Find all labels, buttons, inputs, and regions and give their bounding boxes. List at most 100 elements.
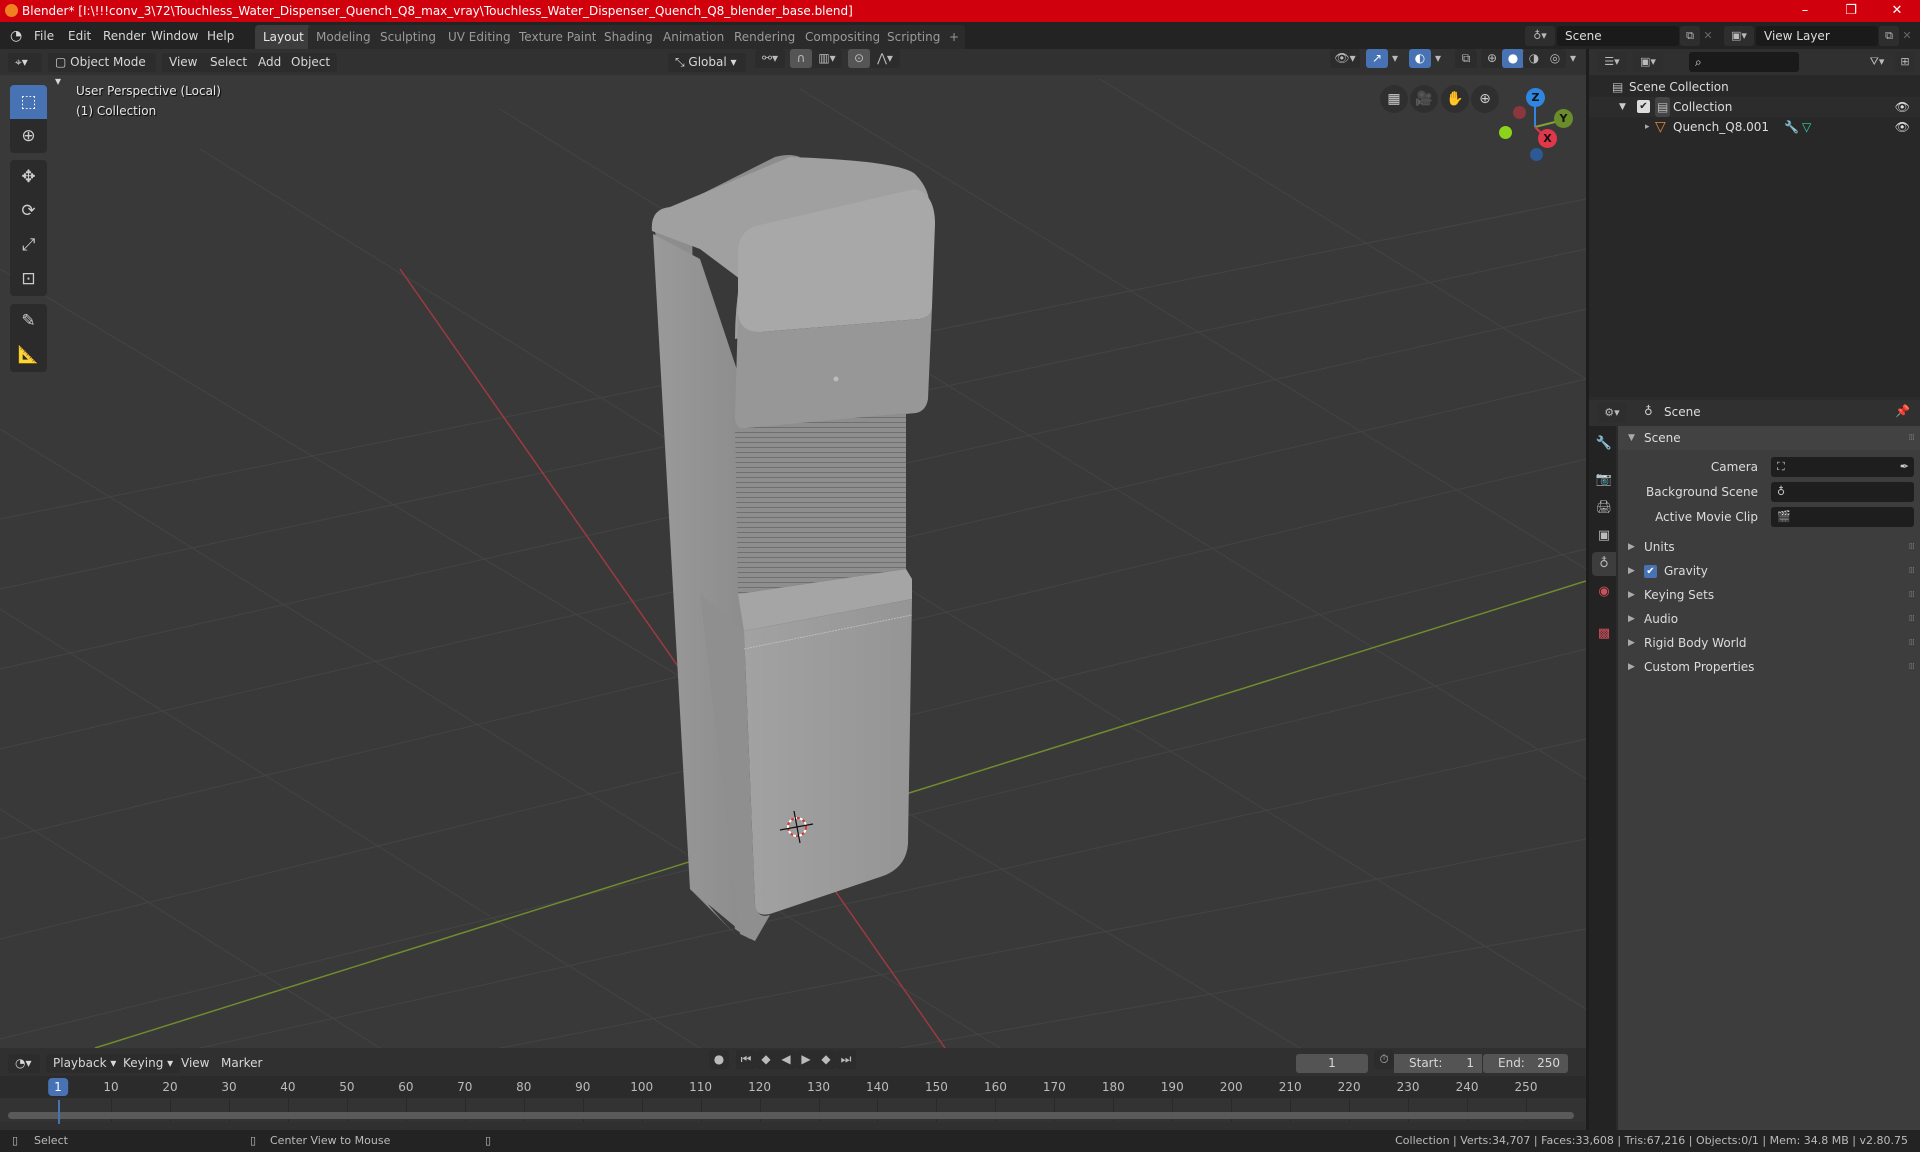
drag-handle-icon[interactable]: ⁞⁞⁞ (1908, 559, 1915, 583)
chevron-down-icon[interactable]: ▾ (1388, 49, 1402, 68)
mode-dropdown[interactable]: ▢ Object Mode ▾ (48, 53, 156, 88)
shading-wireframe-icon[interactable]: ⊕ (1481, 49, 1503, 68)
chevron-down-icon[interactable]: ▾ (1565, 49, 1581, 68)
menu-file[interactable]: File (34, 27, 54, 45)
play-icon[interactable]: ▶ (796, 1050, 816, 1069)
output-tab-icon[interactable]: 🖨 (1592, 496, 1616, 520)
mesh-data-icon[interactable]: ▽ (1802, 117, 1811, 137)
drag-handle-icon[interactable]: ⁞⁞⁞ (1908, 607, 1915, 631)
xray-icon[interactable]: ⧉ (1455, 49, 1477, 68)
delete-view-layer-icon[interactable]: ✕ (1899, 26, 1915, 46)
gizmo-x-axis[interactable]: X (1538, 129, 1557, 148)
tab-rendering[interactable]: Rendering (726, 25, 804, 49)
drag-handle-icon[interactable]: ⁞⁞⁞ (1908, 583, 1915, 607)
drag-handle-icon[interactable]: ⁞⁞⁞ (1908, 655, 1915, 679)
playhead-line[interactable] (58, 1100, 60, 1124)
measure-tool[interactable]: 📐 (10, 338, 47, 372)
modifier-wrench-icon[interactable]: 🔧 (1784, 117, 1799, 137)
properties-editor-type-icon[interactable]: ⚙▾ (1597, 403, 1627, 423)
outliner-row-object[interactable]: ▸ ▽ Quench_Q8.001 🔧 ▽ 👁 (1589, 117, 1920, 137)
shading-solid-icon[interactable]: ● (1502, 49, 1524, 68)
tab-uv-editing[interactable]: UV Editing (440, 25, 519, 49)
tab-animation[interactable]: Animation (655, 25, 733, 49)
timeline-track[interactable] (0, 1098, 1586, 1122)
rotate-tool[interactable]: ⟳ (10, 194, 47, 228)
scene-field[interactable]: Scene (1557, 26, 1679, 46)
current-frame-field[interactable]: 1 (1296, 1054, 1368, 1073)
drag-handle-icon[interactable]: ⁞⁞⁞ (1908, 426, 1915, 450)
view-layer-selector-icon[interactable]: ▣▾ (1724, 26, 1754, 46)
proportional-edit-icon[interactable]: ⊙ (848, 49, 870, 68)
gizmo-y-axis[interactable]: Y (1554, 109, 1573, 128)
outliner-editor-type-icon[interactable]: ☰▾ (1597, 52, 1627, 72)
stopwatch-icon[interactable]: ⏱ (1374, 1050, 1394, 1069)
active-movie-clip-field[interactable]: 🎬 (1771, 507, 1914, 527)
gizmo-neg-x-axis[interactable] (1513, 106, 1526, 119)
panel-keying-sets[interactable]: ▶ Keying Sets ⁞⁞⁞ (1618, 583, 1920, 607)
orientation-dropdown[interactable]: ⤡ Global ▾ (668, 53, 746, 72)
camera-field[interactable]: ⛶ ✒ (1771, 457, 1914, 477)
cursor-tool[interactable]: ⊕ (10, 119, 47, 153)
timeline-editor-type-icon[interactable]: ◔▾ (8, 1054, 40, 1073)
next-keyframe-icon[interactable]: ◆ (816, 1050, 836, 1069)
menu-select[interactable]: Select (203, 53, 255, 72)
menu-add[interactable]: Add (251, 53, 289, 72)
panel-audio[interactable]: ▶ Audio ⁞⁞⁞ (1618, 607, 1920, 631)
snap-icon[interactable]: ∩ (790, 49, 812, 68)
camera-icon[interactable]: 🎥 (1410, 85, 1438, 113)
grid-icon[interactable]: ▦ (1380, 85, 1408, 113)
panel-units[interactable]: ▶ Units ⁞⁞⁞ (1618, 535, 1920, 559)
menu-edit[interactable]: Edit (68, 27, 91, 45)
new-view-layer-icon[interactable]: ⧉ (1879, 26, 1899, 46)
tab-modeling[interactable]: Modeling (308, 25, 379, 49)
panel-gravity[interactable]: ▶ ✔ Gravity ⁞⁞⁞ (1618, 559, 1920, 583)
eye-icon[interactable]: 👁 (1895, 97, 1910, 117)
transform-tool[interactable]: ⊡ (10, 262, 47, 296)
shading-rendered-icon[interactable]: ◎ (1544, 49, 1566, 68)
expand-triangle-icon[interactable]: ▼ (1619, 97, 1626, 117)
drag-handle-icon[interactable]: ⁞⁞⁞ (1908, 535, 1915, 559)
tool-tab-icon[interactable]: 🔧 (1592, 432, 1616, 456)
3d-viewport[interactable] (0, 49, 1586, 1048)
select-box-tool[interactable]: ⬚ (10, 85, 47, 119)
scale-tool[interactable]: ⤢ (10, 228, 47, 262)
world-tab-icon[interactable]: ◉ (1592, 580, 1616, 604)
gizmo-neg-y-axis[interactable] (1499, 126, 1512, 139)
view-layer-field[interactable]: View Layer (1756, 26, 1878, 46)
outliner-row-collection[interactable]: ▼ ✔ ▤ Collection 👁 (1589, 97, 1920, 117)
end-frame-field[interactable]: End: 250 (1483, 1054, 1568, 1073)
pivot-icon[interactable]: ⚯▾ (755, 49, 785, 68)
gizmo-z-axis[interactable]: Z (1526, 88, 1545, 107)
playback-dropdown[interactable]: Playback ▾ (46, 1054, 124, 1073)
tab-scripting[interactable]: Scripting (879, 25, 949, 49)
drag-handle-icon[interactable]: ⁞⁞⁞ (1908, 631, 1915, 655)
jump-end-icon[interactable]: ⏭ (836, 1050, 856, 1069)
eyedropper-icon[interactable]: ✒ (1900, 457, 1909, 477)
blender-menu-icon[interactable]: ◔ (10, 27, 22, 45)
hand-icon[interactable]: ✋ (1441, 85, 1469, 113)
shading-material-icon[interactable]: ◑ (1523, 49, 1545, 68)
outliner-row-scene-collection[interactable]: ▤ Scene Collection (1589, 77, 1920, 97)
timeline-scrollbar[interactable] (8, 1112, 1574, 1119)
outliner-search-input[interactable]: ⌕ (1689, 52, 1799, 72)
tab-texture-paint[interactable]: Texture Paint (511, 25, 605, 49)
panel-scene-header[interactable]: ▼ Scene ⁞⁞⁞ (1618, 426, 1920, 450)
collection-checkbox[interactable]: ✔ (1637, 100, 1650, 113)
new-scene-icon[interactable]: ⧉ (1680, 26, 1700, 46)
pin-icon[interactable]: 📌 (1895, 404, 1910, 418)
tab-layout[interactable]: Layout (255, 25, 312, 49)
visibility-icon[interactable]: 👁▾ (1330, 49, 1360, 68)
panel-rigid-body-world[interactable]: ▶ Rigid Body World ⁞⁞⁞ (1618, 631, 1920, 655)
expand-triangle-icon[interactable]: ▸ (1645, 117, 1650, 137)
timeline-ruler[interactable]: 1 10 20 30 40 50 60 70 80 90 100 110 120 130 140 150 160… (0, 1076, 1586, 1098)
tab-compositing[interactable]: Compositing (797, 25, 889, 49)
new-collection-icon[interactable]: ⊞ (1895, 52, 1915, 72)
editor-type-icon[interactable]: ⌖▾ (8, 53, 42, 72)
display-mode-icon[interactable]: ▣▾ (1633, 52, 1663, 72)
panel-custom-properties[interactable]: ▶ Custom Properties ⁞⁞⁞ (1618, 655, 1920, 679)
start-frame-field[interactable]: Start: 1 (1394, 1054, 1482, 1073)
jump-start-icon[interactable]: ⏮ (736, 1050, 756, 1069)
filter-icon[interactable]: ⛛▾ (1863, 52, 1891, 72)
record-icon[interactable]: ● (709, 1050, 729, 1069)
gizmo-neg-z-axis[interactable] (1530, 148, 1543, 161)
